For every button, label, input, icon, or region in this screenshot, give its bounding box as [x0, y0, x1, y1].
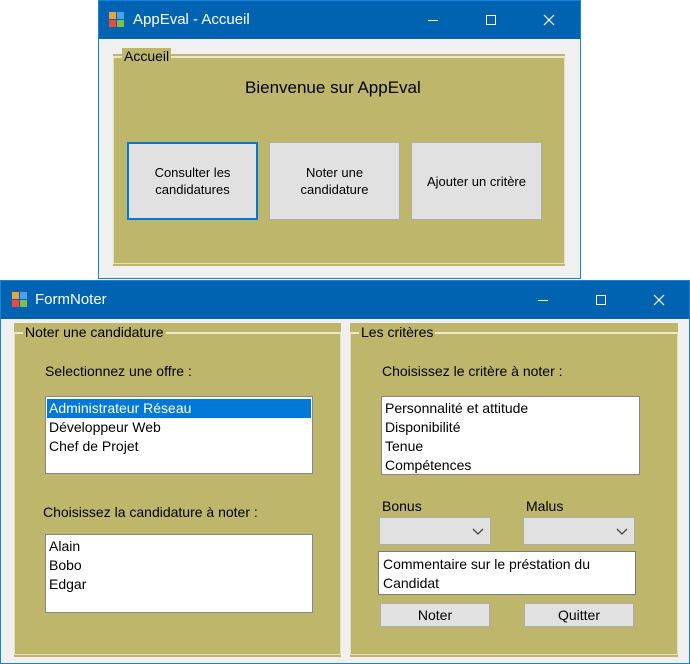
list-item[interactable]: Alain — [47, 537, 311, 556]
comment-field[interactable]: Commentaire sur le préstation du Candida… — [378, 551, 636, 595]
minimize-icon — [428, 20, 438, 21]
list-item[interactable]: Disponibilité — [383, 418, 638, 437]
malus-label: Malus — [526, 498, 564, 514]
minimize-button[interactable] — [404, 1, 462, 39]
group-title: Les critères — [359, 324, 436, 340]
consulter-candidatures-label: Consulter les candidatures — [154, 165, 231, 197]
list-item[interactable]: Compétences — [383, 456, 638, 475]
list-item[interactable]: Edgar — [47, 575, 311, 594]
list-item[interactable]: Chef de Projet — [47, 437, 311, 456]
ajouter-critere-button[interactable]: Ajouter un critère — [411, 142, 542, 220]
chevron-down-icon — [472, 528, 484, 535]
offer-label: Selectionnez une offre : — [45, 363, 192, 379]
maximize-icon — [486, 15, 496, 25]
maximize-button[interactable] — [462, 1, 520, 39]
quitter-button[interactable]: Quitter — [524, 603, 634, 627]
list-item[interactable]: Bobo — [47, 556, 311, 575]
list-item[interactable]: Développeur Web — [47, 418, 311, 437]
accueil-titlebar[interactable]: AppEval - Accueil — [99, 1, 580, 39]
group-title: Accueil — [122, 48, 172, 64]
app-icon — [109, 12, 125, 28]
malus-select[interactable] — [523, 517, 635, 545]
criteres-panel: Les critères Choisissez le critère à not… — [350, 323, 678, 657]
maximize-button[interactable] — [572, 281, 630, 319]
window-title: FormNoter — [35, 291, 107, 308]
consulter-candidatures-button[interactable]: Consulter les candidatures — [127, 142, 258, 220]
list-item[interactable]: Personnalité et attitude — [383, 399, 638, 418]
close-icon — [653, 294, 665, 306]
list-item[interactable]: Tenue — [383, 437, 638, 456]
chevron-down-icon — [616, 528, 628, 535]
quitter-button-label: Quitter — [557, 606, 600, 623]
criteria-label: Choisissez le critère à noter : — [382, 363, 563, 379]
noter-button[interactable]: Noter — [380, 603, 490, 627]
minimize-button[interactable] — [514, 281, 572, 319]
accueil-panel: Accueil Bienvenue sur AppEval Consulter … — [113, 48, 565, 266]
candidates-listbox[interactable]: Alain Bobo Edgar — [45, 534, 313, 613]
accueil-window: AppEval - Accueil Accueil Bienvenue sur … — [98, 0, 581, 279]
criteria-listbox[interactable]: Personnalité et attitude Disponibilité T… — [381, 396, 640, 475]
window-title: AppEval - Accueil — [133, 11, 250, 28]
bonus-select[interactable] — [379, 517, 491, 545]
close-icon — [543, 14, 555, 26]
noter-button-label: Noter — [417, 606, 453, 623]
noter-candidature-button[interactable]: Noter une candidature — [269, 142, 400, 220]
noter-candidature-label: Noter une candidature — [300, 165, 369, 197]
close-button[interactable] — [520, 1, 578, 39]
bonus-label: Bonus — [382, 498, 422, 514]
close-button[interactable] — [630, 281, 688, 319]
group-title: Noter une candidature — [23, 324, 166, 340]
welcome-heading: Bienvenue sur AppEval — [245, 78, 421, 97]
formnoter-window: FormNoter Noter une candidature Selectio… — [0, 280, 690, 664]
candidate-label: Choisissez la candidature à noter : — [43, 504, 258, 520]
list-item[interactable]: Administrateur Réseau — [47, 399, 311, 418]
ajouter-critere-label: Ajouter un critère — [427, 173, 526, 189]
formnoter-titlebar[interactable]: FormNoter — [1, 281, 689, 319]
app-icon — [12, 292, 28, 308]
noter-candidature-panel: Noter une candidature Selectionnez une o… — [14, 323, 341, 657]
offers-listbox[interactable]: Administrateur Réseau Développeur Web Ch… — [45, 396, 313, 474]
comment-text: Commentaire sur le préstation du Candida… — [383, 556, 590, 591]
maximize-icon — [596, 295, 606, 305]
minimize-icon — [538, 300, 548, 301]
